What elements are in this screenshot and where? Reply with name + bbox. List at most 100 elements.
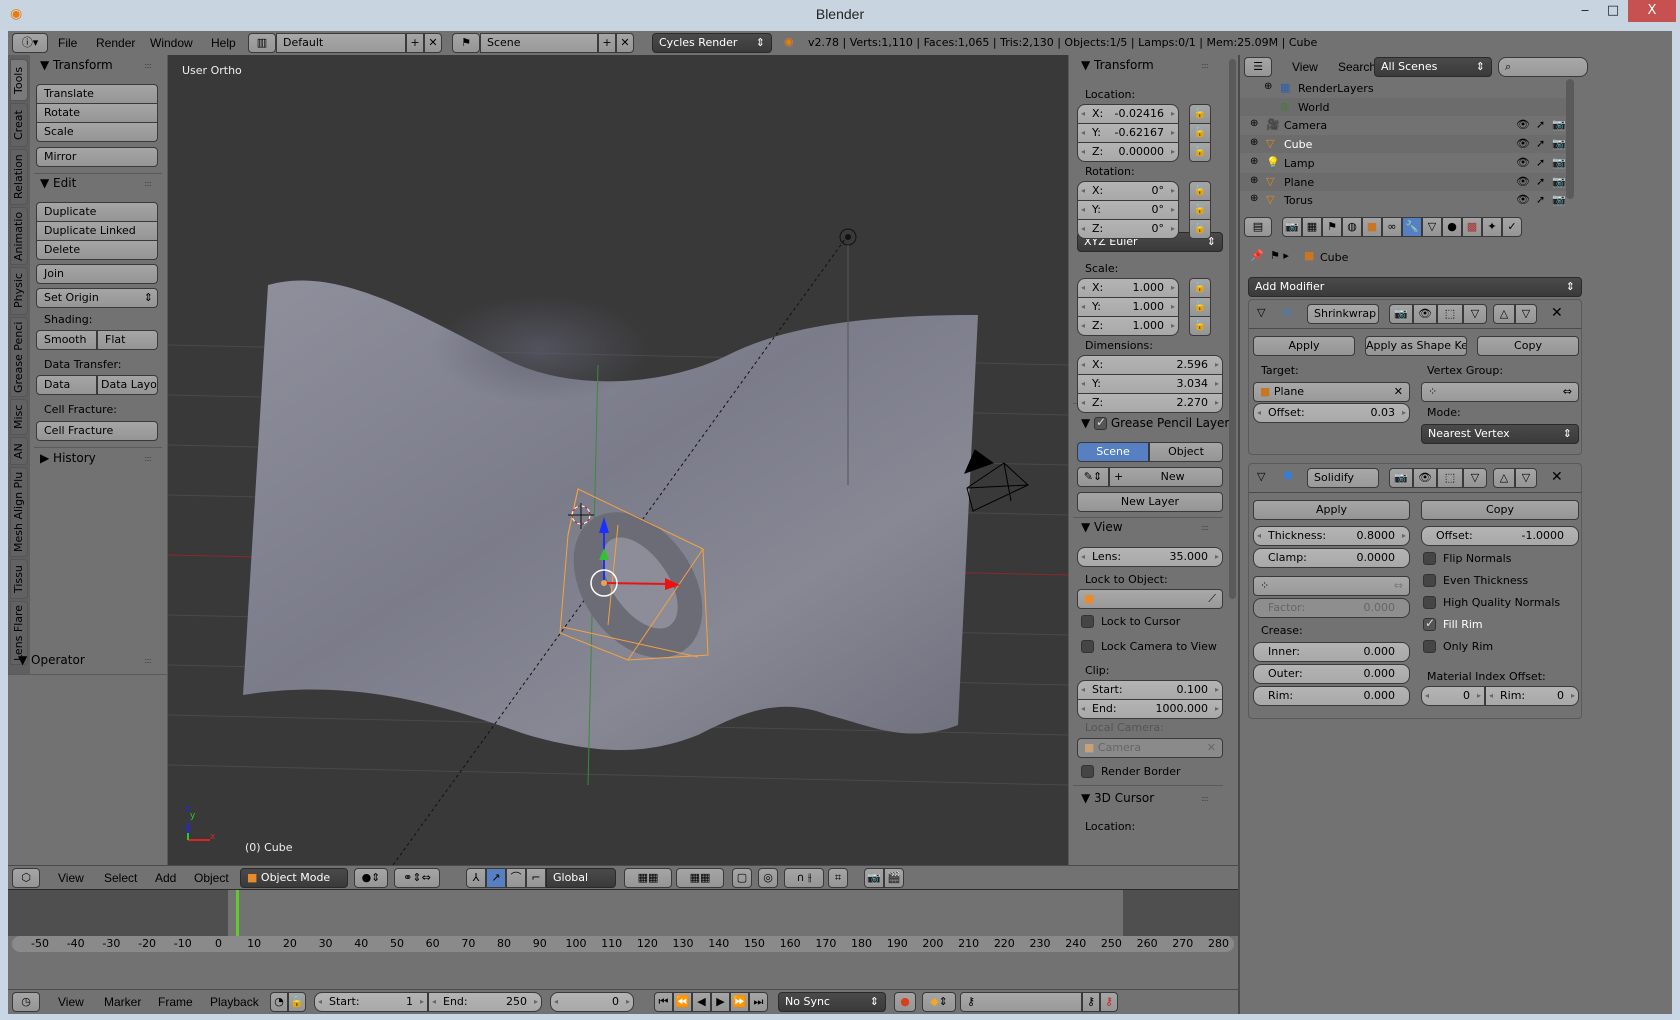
visibility-eye-icon[interactable]: 👁 [1516,193,1530,206]
new-layer-button[interactable]: New Layer [1077,492,1223,512]
pivot-point-dropdown[interactable]: ⚭⇕⇔ [394,868,440,888]
menu-file[interactable]: File [58,36,77,50]
shrinkwrap-apply-button[interactable]: Apply [1253,336,1355,356]
outliner-search-input[interactable]: ⌕ [1498,57,1588,77]
timeline-menu-marker[interactable]: Marker [104,995,141,1009]
move-down-button[interactable]: ▽ [1515,304,1537,324]
lock-camera-checkbox[interactable] [1081,640,1094,653]
crease-inner-slider[interactable]: Inner: 0.000 [1253,642,1410,662]
expand-icon[interactable]: ⊕ [1250,137,1258,148]
lock-icon[interactable]: 🔓 [1189,219,1211,239]
editmode-toggle-icon[interactable]: ⬚ [1437,304,1463,324]
expand-icon[interactable]: ⊕ [1250,118,1258,129]
proportional-edit-icon[interactable]: ◎ [758,868,778,888]
jump-keyframe-back-button[interactable]: ⏪ [673,992,692,1012]
move-down-button[interactable]: ▽ [1515,468,1537,488]
current-frame-indicator[interactable] [236,890,239,936]
drag-grip-icon[interactable]: :::: [144,656,152,665]
renderability-camera-icon[interactable]: 📷 [1552,118,1566,131]
shrinkwrap-offset-field[interactable]: Offset:0.03 [1253,403,1410,423]
solidify-apply-button[interactable]: Apply [1253,500,1410,520]
target-field[interactable]: ■ Plane ✕ [1253,382,1410,402]
even-thickness-checkbox[interactable] [1423,574,1436,587]
selectability-cursor-icon[interactable]: ➚ [1536,118,1545,131]
scale-button[interactable]: Scale [36,122,158,142]
tab-grease-pencil[interactable]: Grease Penci [10,317,28,397]
screen-layout-field[interactable]: Default [276,33,406,53]
expand-icon[interactable]: ⊕ [1250,156,1258,167]
solidify-copy-button[interactable]: Copy [1421,500,1579,520]
lock-to-cursor-checkbox[interactable] [1081,615,1094,628]
maximize-button[interactable]: □ [1598,0,1628,22]
rotation-y-field[interactable]: Y:0° [1077,200,1179,220]
selectability-cursor-icon[interactable]: ➚ [1536,175,1545,188]
lock-icon[interactable]: 🔓 [1189,200,1211,220]
flip-normals-checkbox[interactable] [1423,552,1436,565]
opengl-animation-icon[interactable]: 🎬 [884,868,904,888]
crease-rim-slider[interactable]: Rim: 0.000 [1253,686,1410,706]
start-frame-field[interactable]: Start:1 [314,992,428,1012]
drag-grip-icon[interactable]: :::: [144,179,152,188]
thickness-field[interactable]: Thickness:0.8000 [1253,526,1410,546]
shrinkwrap-mode-dropdown[interactable]: Nearest Vertex ⇕ [1421,424,1579,444]
play-button[interactable]: ▶ [711,992,730,1012]
operator-panel-header[interactable]: ▼ Operator [18,653,85,667]
tab-mesh-align[interactable]: Mesh Align Plu [10,467,28,557]
delete-keyframe-icon[interactable]: ⚷ [1100,992,1118,1012]
jump-start-button[interactable]: ⏮ [654,992,673,1012]
outliner-menu-view[interactable]: View [1292,60,1318,74]
renderability-camera-icon[interactable]: 📷 [1552,137,1566,150]
scene-field[interactable]: Scene [480,33,598,53]
object-tab-icon[interactable]: ■ [1362,217,1382,237]
rotation-x-field[interactable]: X:0° [1077,181,1179,201]
viewport-shading-dropdown[interactable]: ●⇕ [354,868,388,888]
crease-outer-slider[interactable]: Outer: 0.000 [1253,664,1410,684]
grease-scene-tab[interactable]: Scene [1077,442,1149,462]
tab-an[interactable]: AN [10,437,28,465]
grease-new-button[interactable]: + New [1109,467,1223,487]
drag-grip-icon[interactable]: :::: [1201,794,1209,803]
expand-icon[interactable]: ⊕ [1250,193,1258,204]
render-engine-dropdown[interactable]: Cycles Render ⇕ [652,33,772,53]
menu-render[interactable]: Render [96,36,135,50]
lock-icon[interactable]: 🔓 [1189,297,1211,317]
add-modifier-dropdown[interactable]: Add Modifier ⇕ [1248,277,1582,297]
timeline-menu-playback[interactable]: Playback [210,995,259,1009]
preview-range-icon[interactable]: ◔ [270,992,288,1012]
outliner-row[interactable]: ◍ World [1240,97,1566,116]
flat-button[interactable]: Flat [97,330,158,350]
move-up-button[interactable]: △ [1493,304,1515,324]
screen-layout-icon[interactable]: ▥ [248,33,276,53]
only-rim-checkbox[interactable] [1423,640,1436,653]
add-scene-button[interactable]: + [598,33,616,53]
editor-type-outliner-button[interactable]: ☰ [1244,57,1272,77]
expand-icon[interactable]: ⊕ [1250,175,1258,186]
view3d-menu-select[interactable]: Select [104,871,137,885]
3d-cursor-panel-header[interactable]: ▼ 3D Cursor [1081,791,1154,805]
lock-to-object-field[interactable]: ■ ⟋ [1077,589,1223,609]
rotation-z-field[interactable]: Z:0° [1077,219,1179,239]
opengl-render-icon[interactable]: 📷 [864,868,884,888]
keying-mode-dropdown[interactable]: ◆⇕ [922,992,956,1012]
tab-tissue[interactable]: Tissu [10,559,28,599]
editor-type-timeline-button[interactable]: ◷ [12,992,40,1012]
renderability-camera-icon[interactable]: 📷 [1552,156,1566,169]
hq-normals-checkbox[interactable] [1423,596,1436,609]
menu-window[interactable]: Window [150,36,193,50]
drag-grip-icon[interactable]: :::: [144,61,152,70]
keying-set-field[interactable]: ⚷ [960,992,1082,1012]
tab-relation[interactable]: Relation [10,149,28,205]
scale-y-field[interactable]: Y:1.000 [1077,297,1179,317]
insert-keyframe-icon[interactable]: ⚷ [1082,992,1100,1012]
world-tab-icon[interactable]: ◍ [1342,217,1362,237]
tab-tools[interactable]: Tools [10,59,28,101]
transform-panel-header[interactable]: ▼ Transform [40,58,113,72]
material-tab-icon[interactable]: ● [1442,217,1462,237]
set-origin-dropdown[interactable]: Set Origin ⇕ [36,288,158,308]
sync-mode-dropdown[interactable]: No Sync ⇕ [778,992,886,1012]
remove-screen-button[interactable]: ✕ [424,33,442,53]
scale-x-field[interactable]: X:1.000 [1077,278,1179,298]
outliner-row[interactable]: ⊕ ▽ Cube 👁 ➚ 📷 [1240,135,1566,154]
grease-pencil-panel-header[interactable]: ▼ Grease Pencil Layers [1081,415,1236,430]
join-button[interactable]: Join [36,264,158,284]
